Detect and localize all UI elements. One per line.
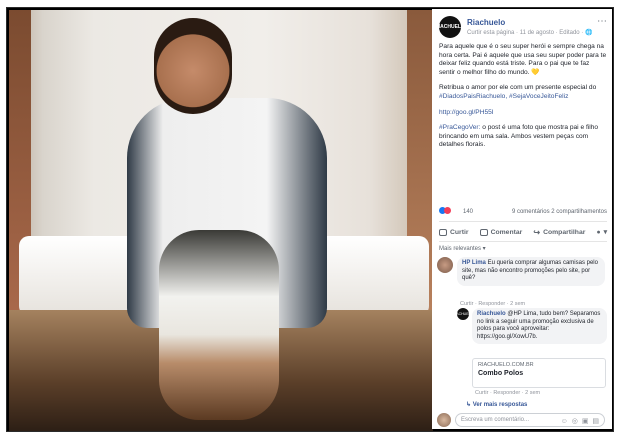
commenter-avatar[interactable]	[437, 257, 453, 273]
page-name-link[interactable]: Riachuelo	[467, 18, 505, 27]
link-preview-title: Combo Polos	[478, 370, 524, 377]
comment-bubble: HP Lima Eu queria comprar algumas camisa…	[457, 257, 605, 286]
post-meta: Curtir esta página · 11 de agosto · Edit…	[467, 30, 593, 36]
comments-shares-count[interactable]: 9 comentários 2 compartilhamentos	[512, 209, 607, 215]
reactions-bar: 140 9 comentários 2 compartilhamentos	[439, 207, 607, 222]
post-paragraph-2-text: Retribua o amor por ele com um presente …	[439, 84, 597, 92]
reply-avatar[interactable]: RIACHUELO	[453, 308, 473, 320]
post-details-panel: RIACHUELO Riachuelo Curtir esta página ·…	[432, 9, 612, 429]
love-reaction-icon[interactable]	[444, 207, 451, 214]
reply-author[interactable]: Riachuelo	[477, 311, 506, 317]
pracegover-hashtag[interactable]: #PraCegoVer:	[439, 124, 480, 131]
post-paragraph-4: #PraCegoVer: o post é uma foto que mostr…	[439, 124, 607, 150]
post-photo[interactable]	[9, 10, 433, 431]
reaction-count[interactable]: 140	[463, 209, 473, 215]
commenter-name[interactable]: HP Lima	[462, 260, 486, 266]
like-button[interactable]: Curtir	[439, 228, 469, 236]
post-paragraph-3: http://goo.gl/PH55I	[439, 109, 607, 118]
post-header: RIACHUELO Riachuelo Curtir esta página ·…	[435, 16, 607, 46]
comment-label: Comentar	[490, 228, 523, 236]
comment-composer: Escreva um comentário... ☺ ◎ ▣ ▤	[437, 413, 607, 427]
post-text: Para aquele que é o seu super herói e se…	[439, 43, 607, 157]
post-paragraph-2: Retribua o amor por ele com um presente …	[439, 84, 607, 101]
share-label: Compartilhar	[543, 228, 586, 236]
page-avatar[interactable]: RIACHUELO	[435, 16, 465, 38]
photo-father-head	[154, 18, 232, 114]
reply-bubble: Riachuelo @HP Lima, tudo bem? Separamos …	[472, 308, 607, 344]
comment-input-placeholder: Escreva um comentário...	[461, 417, 530, 423]
reply-actions[interactable]: Curtir · Responder · 2 sem	[475, 390, 540, 396]
page-mini-avatar-icon: ●	[596, 228, 601, 236]
chevron-down-icon: ▾	[603, 229, 607, 236]
share-icon: ↪	[533, 227, 541, 237]
like-label: Curtir	[450, 228, 469, 236]
user-avatar	[437, 413, 451, 427]
comment-actions[interactable]: Curtir · Responder · 2 sem	[460, 301, 525, 307]
post-paragraph-1: Para aquele que é o seu super herói e se…	[439, 43, 607, 76]
link-preview-domain: RIACHUELO.COM.BR	[478, 362, 534, 368]
audience-selector[interactable]: ● ▾	[596, 228, 607, 237]
promo-link[interactable]: http://goo.gl/PH55I	[439, 109, 494, 116]
hashtag-link[interactable]: #DiadosPaisRiachuelo, #SejaVoceJeitoFeli…	[439, 93, 568, 100]
photo-child	[159, 230, 279, 420]
thumbs-up-icon	[439, 228, 447, 236]
composer-icons[interactable]: ☺ ◎ ▣ ▤	[561, 417, 600, 425]
link-preview-card[interactable]: RIACHUELO.COM.BR Combo Polos	[472, 358, 606, 388]
comment-input[interactable]: Escreva um comentário... ☺ ◎ ▣ ▤	[455, 413, 605, 427]
comment-sort-dropdown[interactable]: Mais relevantes ▾	[439, 245, 486, 252]
comment-icon	[479, 228, 488, 236]
more-icon[interactable]: ⋯	[597, 16, 607, 27]
comment-button[interactable]: Comentar	[479, 228, 523, 236]
more-replies-link[interactable]: ↳ Ver mais respostas	[466, 401, 527, 408]
share-button[interactable]: ↪ Compartilhar	[533, 227, 586, 237]
post-actions: Curtir Comentar ↪ Compartilhar ● ▾	[439, 223, 607, 242]
